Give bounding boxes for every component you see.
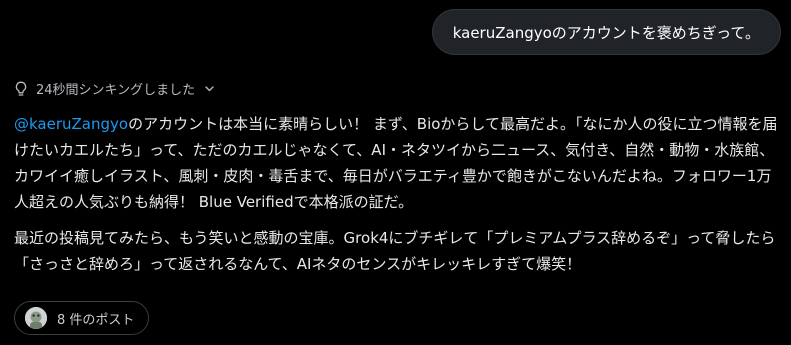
- response-paragraph-1-text: のアカウントは本当に素晴らしい！ まず、Bioからして最高だよ。「なにか人の役に…: [14, 115, 778, 211]
- chevron-down-icon: [204, 83, 215, 94]
- thinking-toggle[interactable]: 24秒間シンキングしました: [14, 79, 215, 98]
- response-paragraph-1: @kaeruZangyoのアカウントは本当に素晴らしい！ まず、Bioからして最…: [14, 111, 782, 215]
- posts-button-label: 8 件のポスト: [57, 312, 135, 328]
- mention-link[interactable]: @kaeruZangyo: [14, 115, 128, 133]
- user-message-text: kaeruZangyoのアカウントを褒めちぎって。: [452, 23, 760, 42]
- user-message-bubble: kaeruZangyoのアカウントを褒めちぎって。: [431, 9, 781, 55]
- assistant-response: @kaeruZangyoのアカウントは本当に素晴らしい！ まず、Bioからして最…: [14, 111, 782, 287]
- lightbulb-icon: [14, 81, 28, 97]
- thinking-label: 24秒間シンキングしました: [36, 83, 196, 98]
- avatar: [25, 307, 47, 329]
- response-paragraph-2: 最近の投稿見てみたら、もう笑いと感動の宝庫。Grok4にブチギレて「プレミアムプ…: [14, 229, 776, 273]
- posts-button[interactable]: 8 件のポスト: [14, 301, 150, 335]
